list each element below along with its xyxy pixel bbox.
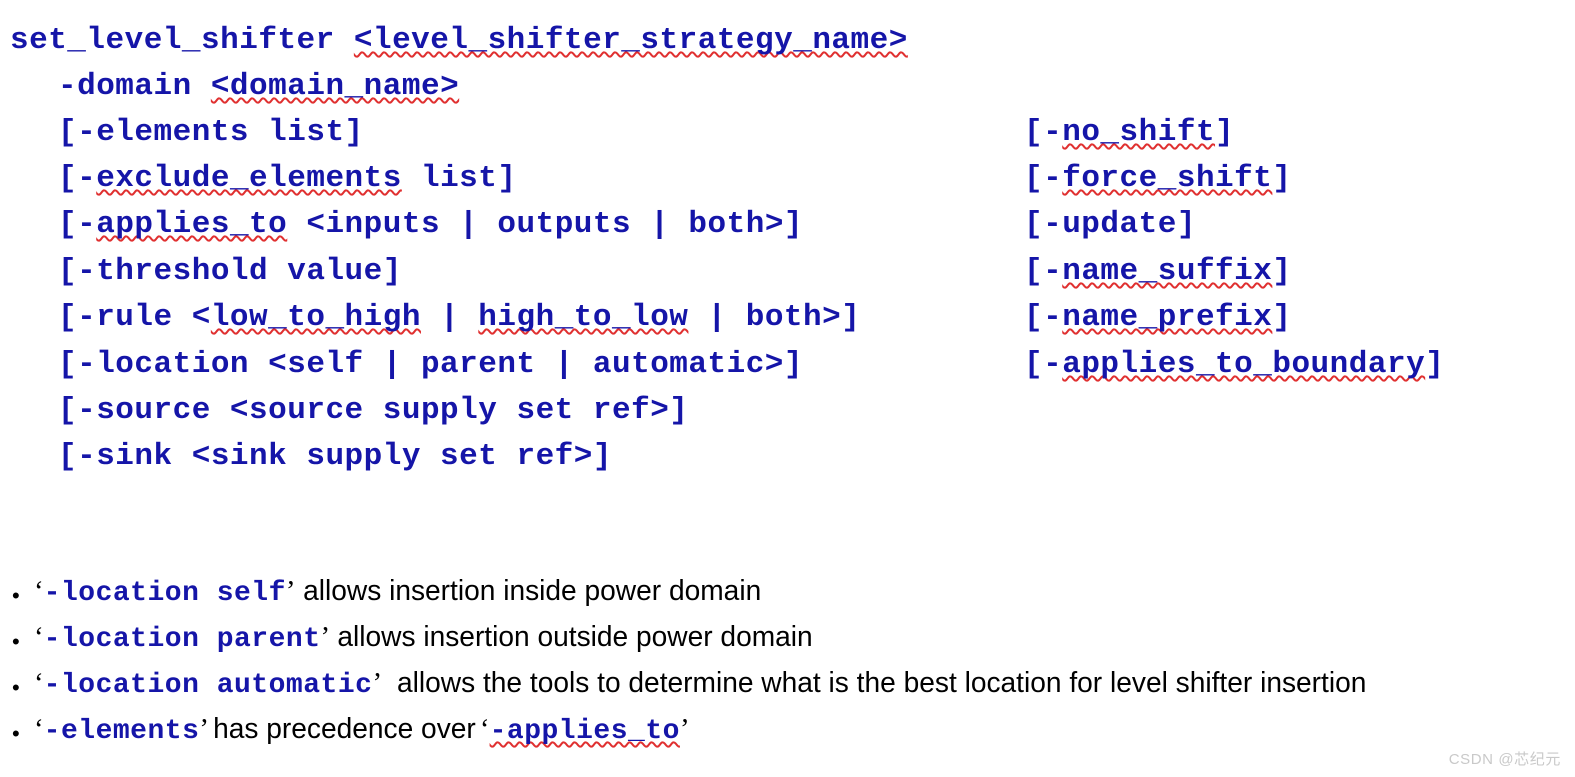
bullet-item-2: • ‘-location automatic’ allows the tools …: [0, 660, 1575, 706]
inline-code-location-parent: -location parent: [43, 624, 321, 655]
code-token: [-sink <sink supply set ref>]: [58, 439, 612, 474]
code-token: [-: [58, 207, 97, 242]
typographic-quote: ‘: [34, 667, 44, 699]
bullet-dot-icon: •: [12, 582, 20, 608]
typographic-quote: ’: [320, 621, 331, 653]
syntax-line-left-4: [-applies_to <inputs | outputs | both>]: [58, 202, 803, 248]
code-token: [-: [1024, 115, 1063, 150]
inline-code-elements: -elements: [43, 716, 200, 747]
code-token: [-source <source supply set ref>]: [58, 393, 689, 428]
spellchecked-token-force-shift: force_shift: [1062, 161, 1273, 196]
prose-text: allows the tools to determine what is th…: [397, 667, 1367, 699]
code-token: [-location <self | parent | automatic>]: [58, 347, 804, 382]
code-token: ]: [1272, 161, 1292, 196]
spellchecked-token-low-to-high: low_to_high: [210, 300, 421, 335]
code-token: ]: [1272, 254, 1292, 289]
syntax-line-left-9: [-sink <sink supply set ref>]: [58, 434, 612, 480]
spellchecked-token-exclude-elements: exclude_elements: [96, 161, 402, 196]
typographic-quote: ’: [285, 575, 296, 607]
syntax-line-right-0: [-no_shift]: [1024, 110, 1234, 156]
spellchecked-token-name-prefix: name_prefix: [1062, 300, 1273, 335]
bullet-item-0: • ‘-location self’ allows insertion insid…: [0, 568, 1575, 614]
prose-text: allows insertion outside power domain: [337, 621, 813, 653]
syntax-line-left-0: set_level_shifter <level_shifter_strateg…: [10, 18, 908, 64]
bullet-dot-icon: •: [12, 720, 20, 746]
code-token: [-: [1024, 161, 1063, 196]
spellchecked-token-applies-to-boundary: applies_to_boundary: [1062, 347, 1426, 382]
code-token: [-: [1024, 300, 1063, 335]
code-token: |: [420, 300, 479, 335]
syntax-line-right-2: [-update]: [1024, 202, 1196, 248]
typographic-quote: ‘: [34, 713, 44, 745]
inline-code-location-self: -location self: [43, 578, 286, 609]
syntax-line-right-4: [-name_prefix]: [1024, 295, 1291, 341]
spellchecked-token-domain-name: <domain_name>: [210, 69, 460, 104]
syntax-line-left-8: [-source <source supply set ref>]: [58, 388, 688, 434]
spellchecked-token-level-shifter-strategy-name: <level_shifter_strategy_name>: [353, 23, 908, 58]
typographic-quote: ’: [199, 713, 210, 745]
code-token: [-update]: [1024, 207, 1196, 242]
inline-code-applies-to: -applies_to: [489, 716, 680, 747]
code-token: set_level_shifter: [10, 23, 354, 58]
spellchecked-token-high-to-low: high_to_low: [478, 300, 689, 335]
code-token: -domain: [58, 69, 211, 104]
bullet-item-3: • ‘-elements’ has precedence over ‘-appli…: [0, 706, 1575, 752]
bullet-dot-icon: •: [12, 628, 20, 654]
code-token: list]: [401, 161, 517, 196]
spellchecked-token-no-shift: no_shift: [1062, 115, 1216, 150]
spellchecked-token-name-suffix: name_suffix: [1062, 254, 1273, 289]
code-token: | both>]: [688, 300, 861, 335]
code-token: ]: [1272, 300, 1292, 335]
syntax-line-left-5: [-threshold value]: [58, 249, 402, 295]
code-token: [-: [1024, 347, 1063, 382]
code-token: [-threshold value]: [58, 254, 402, 289]
bullet-dot-icon: •: [12, 674, 20, 700]
prose-text: allows insertion inside power domain: [302, 575, 761, 607]
syntax-line-left-7: [-location <self | parent | automatic>]: [58, 342, 803, 388]
syntax-line-right-5: [-applies_to_boundary]: [1024, 342, 1444, 388]
inline-code-location-automatic: -location automatic: [43, 670, 373, 701]
code-token: [-: [1024, 254, 1063, 289]
code-token: ]: [1425, 347, 1445, 382]
code-token: <inputs | outputs | both>]: [287, 207, 804, 242]
explanation-bullet-list: • ‘-location self’ allows insertion insid…: [0, 568, 1575, 752]
prose-text: has precedence over: [213, 713, 476, 745]
code-token: [-elements list]: [58, 115, 364, 150]
typographic-quote: ’: [372, 667, 383, 699]
syntax-line-right-3: [-name_suffix]: [1024, 249, 1291, 295]
syntax-line-left-2: [-elements list]: [58, 110, 364, 156]
syntax-line-left-1: -domain <domain_name>: [58, 64, 459, 110]
code-token: ]: [1215, 115, 1235, 150]
spellchecked-token-applies-to: applies_to: [96, 207, 288, 242]
typographic-quote: ’: [679, 713, 690, 745]
syntax-line-right-1: [-force_shift]: [1024, 156, 1291, 202]
typographic-quote: ‘: [34, 621, 44, 653]
syntax-line-left-6: [-rule <low_to_high | high_to_low | both…: [58, 295, 860, 341]
typographic-quote: ‘: [479, 713, 490, 745]
code-token: [-: [58, 161, 97, 196]
code-token: [-rule <: [58, 300, 211, 335]
syntax-line-left-3: [-exclude_elements list]: [58, 156, 517, 202]
typographic-quote: ‘: [34, 575, 44, 607]
bullet-item-1: • ‘-location parent’ allows insertion out…: [0, 614, 1575, 660]
command-syntax-block: set_level_shifter <level_shifter_strateg…: [0, 0, 1575, 500]
csdn-watermark: CSDN @芯纪元: [1448, 751, 1561, 768]
